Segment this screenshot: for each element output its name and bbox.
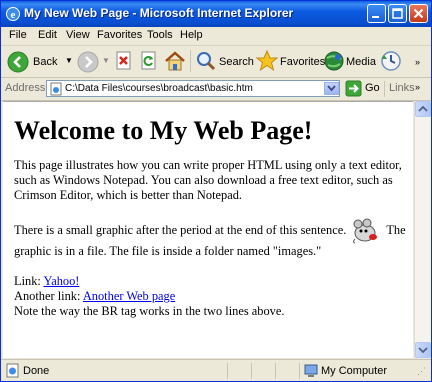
vertical-scrollbar[interactable] xyxy=(414,101,431,358)
refresh-icon xyxy=(141,51,156,70)
media-globe-icon xyxy=(324,51,344,71)
address-input[interactable]: C:\Data Files\courses\broadcast\basic.ht… xyxy=(46,80,340,97)
chevron-down-icon xyxy=(418,347,428,354)
status-separator xyxy=(251,363,252,379)
scroll-down-button[interactable] xyxy=(415,342,431,358)
address-value: C:\Data Files\courses\broadcast\basic.ht… xyxy=(65,83,253,94)
forward-button[interactable]: ▼ xyxy=(77,50,111,74)
page-content: Welcome to My Web Page! This page illust… xyxy=(3,101,413,358)
back-label: Back xyxy=(33,56,58,68)
maximize-button[interactable] xyxy=(388,4,407,23)
document-body: Welcome to My Web Page! This page illust… xyxy=(14,102,409,319)
ie-logo-icon: e xyxy=(6,7,20,21)
page-heading: Welcome to My Web Page! xyxy=(14,116,313,145)
maximize-icon xyxy=(392,8,403,19)
address-bar: Address C:\Data Files\courses\broadcast\… xyxy=(1,78,431,101)
home-icon xyxy=(165,51,185,71)
status-bar: Done My Computer ⋰ xyxy=(1,359,431,381)
star-icon xyxy=(256,50,278,72)
window-title: My New Web Page - Microsoft Internet Exp… xyxy=(24,6,294,20)
menu-tools[interactable]: Tools xyxy=(147,29,173,41)
back-button[interactable]: Back ▼ xyxy=(7,50,73,74)
stop-button[interactable] xyxy=(114,50,134,74)
chevron-down-icon xyxy=(327,85,336,92)
go-arrow-icon xyxy=(345,80,362,97)
address-dropdown-button[interactable] xyxy=(324,82,339,95)
minimize-button[interactable] xyxy=(367,4,386,23)
home-button[interactable] xyxy=(164,50,186,74)
stop-icon xyxy=(116,51,131,70)
status-text: Done xyxy=(23,365,50,377)
graphic-paragraph: There is a small graphic after the perio… xyxy=(14,218,409,259)
status-separator xyxy=(299,363,300,379)
menu-view[interactable]: View xyxy=(66,29,90,41)
close-icon xyxy=(413,8,424,19)
zone-label: My Computer xyxy=(321,365,388,377)
forward-dropdown-icon[interactable]: ▼ xyxy=(102,56,110,65)
link-label: Link: xyxy=(14,274,41,288)
search-label: Search xyxy=(219,56,254,68)
another-link-label: Another link: xyxy=(14,289,81,303)
links-chevron-icon[interactable]: » xyxy=(415,82,420,92)
menu-edit[interactable]: Edit xyxy=(38,29,57,41)
search-button[interactable]: Search xyxy=(195,50,254,74)
title-bar[interactable]: e My New Web Page - Microsoft Internet E… xyxy=(1,1,431,27)
forward-arrow-icon xyxy=(77,51,99,73)
browser-window: e My New Web Page - Microsoft Internet E… xyxy=(0,0,432,382)
toolbar-chevron-icon[interactable]: » xyxy=(415,57,420,67)
search-icon xyxy=(197,52,216,71)
close-button[interactable] xyxy=(409,4,428,23)
graphic-text-before: There is a small graphic after the perio… xyxy=(14,222,347,237)
address-separator xyxy=(384,81,385,97)
br-note: Note the way the BR tag works in the two… xyxy=(14,304,285,318)
page-icon xyxy=(50,82,62,96)
chevron-up-icon xyxy=(418,105,428,112)
mouse-graphic-icon xyxy=(353,218,378,244)
toolbar: Back ▼ ▼ Search Favorites Media » xyxy=(1,46,431,78)
scroll-up-button[interactable] xyxy=(415,101,431,117)
go-label: Go xyxy=(365,82,380,94)
svg-text:e: e xyxy=(11,9,16,21)
yahoo-link[interactable]: Yahoo! xyxy=(44,274,80,288)
status-separator xyxy=(275,363,276,379)
toolbar-separator xyxy=(190,50,191,72)
my-computer-icon xyxy=(304,364,318,377)
back-arrow-icon xyxy=(7,51,29,73)
favorites-label: Favorites xyxy=(280,56,326,68)
minimize-icon xyxy=(372,16,379,18)
status-separator xyxy=(227,363,228,379)
media-label: Media xyxy=(346,56,376,68)
page-done-icon xyxy=(6,363,19,378)
history-button[interactable] xyxy=(380,50,402,74)
another-web-page-link[interactable]: Another Web page xyxy=(83,289,175,303)
media-button[interactable]: Media xyxy=(323,50,376,74)
back-dropdown-icon[interactable]: ▼ xyxy=(65,56,73,65)
address-label: Address xyxy=(5,82,46,94)
refresh-button[interactable] xyxy=(139,50,159,74)
resize-grip-icon[interactable]: ⋰ xyxy=(417,366,426,377)
menu-help[interactable]: Help xyxy=(180,29,203,41)
links-block: Link: Yahoo! Another link: Another Web p… xyxy=(14,274,409,319)
menu-file[interactable]: File xyxy=(9,29,27,41)
menu-bar: File Edit View Favorites Tools Help xyxy=(1,27,431,71)
menu-favorites[interactable]: Favorites xyxy=(97,29,142,41)
history-icon xyxy=(381,51,401,71)
links-label[interactable]: Links xyxy=(389,82,415,94)
favorites-button[interactable]: Favorites xyxy=(256,50,325,74)
intro-paragraph: This page illustrates how you can write … xyxy=(14,158,402,202)
